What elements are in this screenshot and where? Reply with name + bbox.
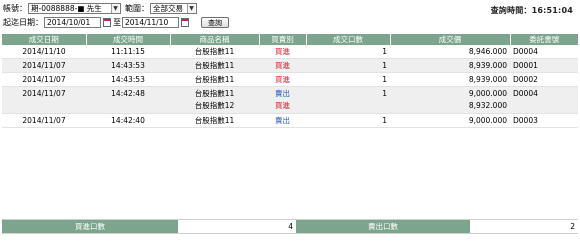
cell-product: 台股指數11 — [170, 72, 259, 87]
cell-order: D0003 — [510, 113, 578, 128]
cell-time: 14:42:48 — [86, 86, 170, 114]
range-label: 範圍： — [125, 4, 149, 13]
calendar-icon[interactable] — [181, 18, 189, 27]
header-price: 成交價 — [389, 34, 510, 45]
account-select[interactable]: 期-0088888-■ 先生 ▼ — [28, 3, 121, 14]
table-header-row: 成交日期 成交時間 商品名稱 買賣別 成交口數 成交價 委託書號 — [2, 34, 578, 45]
date-row: 起迄日期： 2014/10/01 至 2014/11/10 查詢 — [3, 16, 229, 29]
cell-date: 2014/11/07 — [2, 72, 86, 87]
cell-order-value: D0004 — [513, 89, 538, 98]
cell-product: 台股指數11 台股指數12 — [170, 86, 259, 114]
cell-order: D0002 — [510, 72, 578, 87]
cell-qty: 1 — [306, 72, 390, 87]
cell-price: 8,946.000 — [390, 45, 510, 59]
cell-product: 台股指數11 — [170, 45, 259, 59]
query-time-label: 查詢時間： — [490, 6, 532, 15]
cell-price-leg2: 8,932.000 — [468, 101, 507, 110]
account-select-value: 期-0088888-■ 先生 — [31, 4, 102, 13]
cell-price: 9,000.000 — [390, 113, 510, 128]
to-label: 至 — [113, 18, 121, 27]
cell-side: 賣出 — [259, 113, 306, 128]
cell-time: 11:11:15 — [86, 45, 170, 59]
cell-qty: 1 — [306, 113, 390, 128]
cell-qty: 1 — [306, 45, 390, 59]
cell-date: 2014/11/07 — [2, 113, 86, 128]
cell-time: 14:43:53 — [86, 58, 170, 73]
cell-date: 2014/11/07 — [2, 86, 86, 114]
header-side: 買賣別 — [258, 34, 306, 45]
buy-count-label: 買進口數 — [2, 220, 178, 233]
buy-count-value: 4 — [178, 220, 296, 233]
cell-side-leg2: 買進 — [275, 101, 290, 110]
query-button[interactable]: 查詢 — [201, 17, 229, 28]
sell-count-label: 賣出口數 — [296, 220, 470, 233]
cell-qty: 1 — [306, 86, 390, 114]
query-time: 查詢時間：16:51:04 — [491, 5, 573, 16]
cell-date: 2014/11/07 — [2, 58, 86, 73]
cell-order: D0001 — [510, 58, 578, 73]
cell-time: 14:42:40 — [86, 113, 170, 128]
cell-side: 賣出 買進 — [259, 86, 306, 114]
cell-product: 台股指數11 — [170, 58, 259, 73]
cell-price: 8,939.000 — [390, 72, 510, 87]
header-order-no: 委託書號 — [509, 34, 578, 45]
sell-count-value: 2 — [470, 220, 578, 233]
cell-product-leg1: 台股指數11 — [194, 89, 235, 98]
range-select[interactable]: 全部交易 ▼ — [150, 3, 197, 14]
range-select-value: 全部交易 — [153, 4, 183, 13]
summary-bar: 買進口數 4 賣出口數 2 — [2, 219, 578, 234]
cell-price-leg1: 9,000.000 — [468, 89, 507, 98]
cell-qty-value: 1 — [382, 89, 387, 98]
cell-price: 9,000.000 8,932.000 — [390, 86, 510, 114]
cell-date: 2014/11/10 — [2, 45, 86, 59]
start-date-input[interactable]: 2014/10/01 — [44, 17, 101, 28]
end-date-input[interactable]: 2014/11/10 — [122, 17, 179, 28]
chevron-down-icon: ▼ — [111, 4, 119, 13]
table-row[interactable]: 2014/11/10 11:11:15 台股指數11 買進 1 8,946.00… — [2, 45, 578, 59]
trade-table: 成交日期 成交時間 商品名稱 買賣別 成交口數 成交價 委託書號 2014/11… — [2, 34, 578, 128]
cell-product: 台股指數11 — [170, 113, 259, 128]
cell-date-value: 2014/11/07 — [22, 89, 66, 98]
cell-time-value: 14:42:48 — [111, 89, 145, 98]
calendar-icon[interactable] — [103, 18, 111, 27]
cell-order: D0004 — [510, 45, 578, 59]
table-row[interactable]: 2014/11/07 14:43:53 台股指數11 買進 1 8,939.00… — [2, 58, 578, 73]
cell-side: 買進 — [259, 72, 306, 87]
account-row: 帳號： 期-0088888-■ 先生 ▼ 範圍： 全部交易 ▼ — [3, 2, 197, 15]
header-trade-time: 成交時間 — [85, 34, 170, 45]
account-label: 帳號： — [3, 4, 27, 13]
header-quantity: 成交口數 — [305, 34, 390, 45]
header-product-name: 商品名稱 — [169, 34, 259, 45]
table-row[interactable]: 2014/11/07 14:42:48 台股指數11 台股指數12 賣出 買進 … — [2, 86, 578, 114]
table-row[interactable]: 2014/11/07 14:42:40 台股指數11 賣出 1 9,000.00… — [2, 113, 578, 128]
chevron-down-icon: ▼ — [187, 4, 195, 13]
cell-qty: 1 — [306, 58, 390, 73]
cell-order: D0004 — [510, 86, 578, 114]
cell-side: 買進 — [259, 45, 306, 59]
date-range-label: 起迄日期： — [3, 18, 43, 27]
cell-price: 8,939.000 — [390, 58, 510, 73]
cell-time: 14:43:53 — [86, 72, 170, 87]
cell-product-leg2: 台股指數12 — [194, 101, 235, 110]
query-time-value: 16:51:04 — [531, 6, 573, 15]
table-row[interactable]: 2014/11/07 14:43:53 台股指數11 買進 1 8,939.00… — [2, 72, 578, 87]
header-trade-date: 成交日期 — [2, 34, 86, 45]
cell-side: 買進 — [259, 58, 306, 73]
cell-side-leg1: 賣出 — [275, 89, 290, 98]
